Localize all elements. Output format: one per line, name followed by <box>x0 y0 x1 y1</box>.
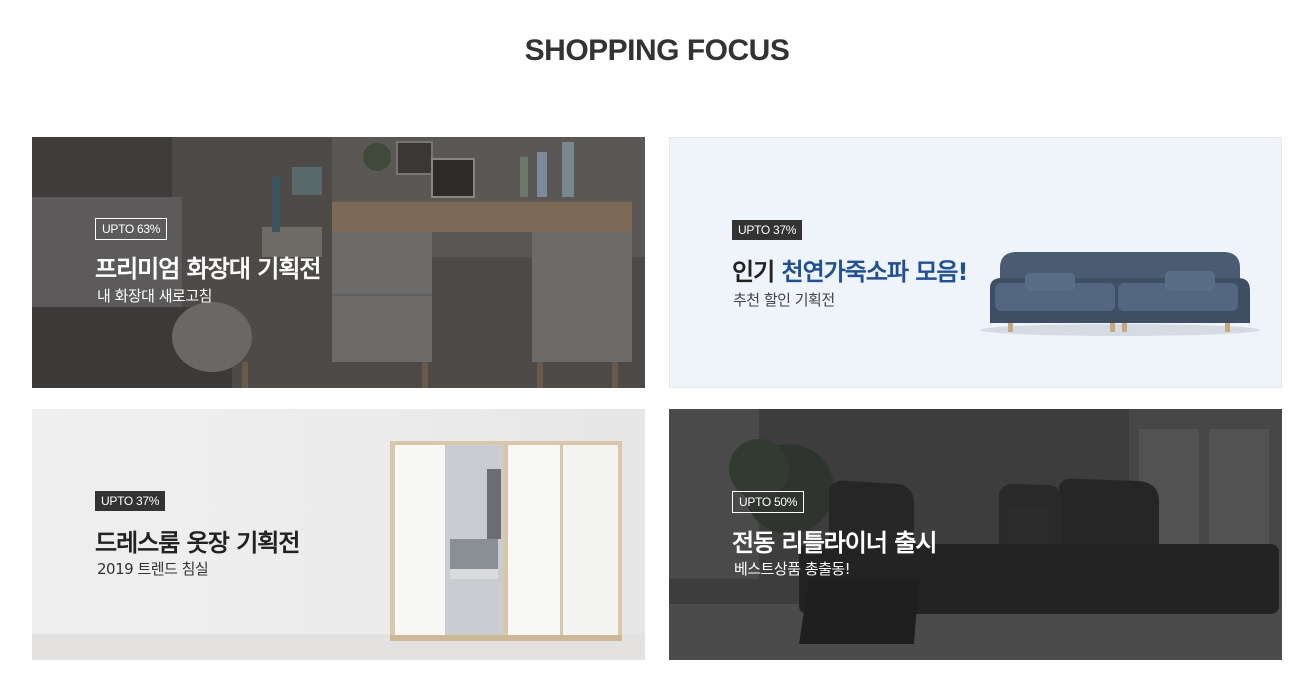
banner-subline: 베스트상품 총출동! <box>734 560 851 578</box>
discount-badge: UPTO 50% <box>732 491 805 513</box>
discount-badge: UPTO 37% <box>732 220 803 240</box>
banner-headline: 드레스룸 옷장 기획전 <box>95 529 300 557</box>
banner-recliner-promo[interactable]: UPTO 50% 전동 리틀라이너 출시 베스트상품 총출동! <box>669 409 1282 660</box>
headline-highlight: 천연가죽소파 모음! <box>781 258 969 286</box>
banner-headline: 전동 리틀라이너 출시 <box>732 529 937 557</box>
discount-badge: UPTO 63% <box>95 218 168 240</box>
banner-leather-sofa-promo[interactable]: UPTO 37% 인기 천연가죽소파 모음! 추천 할인 기획전 <box>669 137 1282 388</box>
discount-badge: UPTO 37% <box>95 491 166 511</box>
banner-subline: 추천 할인 기획전 <box>733 291 835 309</box>
banner-vanity-promo[interactable]: UPTO 63% 프리미엄 화장대 기획전 내 화장대 새로고침 <box>32 137 645 388</box>
banner-subline: 내 화장대 새로고침 <box>97 287 212 305</box>
banner-subline: 2019 트렌드 침실 <box>97 560 209 578</box>
headline-lead: 인기 <box>732 258 782 286</box>
section-title: SHOPPING FOCUS <box>524 34 790 67</box>
banner-wardrobe-promo[interactable]: UPTO 37% 드레스룸 옷장 기획전 2019 트렌드 침실 <box>32 409 645 660</box>
banner-headline: 인기 천연가죽소파 모음! <box>732 252 969 287</box>
banner-headline: 프리미엄 화장대 기획전 <box>95 255 322 283</box>
